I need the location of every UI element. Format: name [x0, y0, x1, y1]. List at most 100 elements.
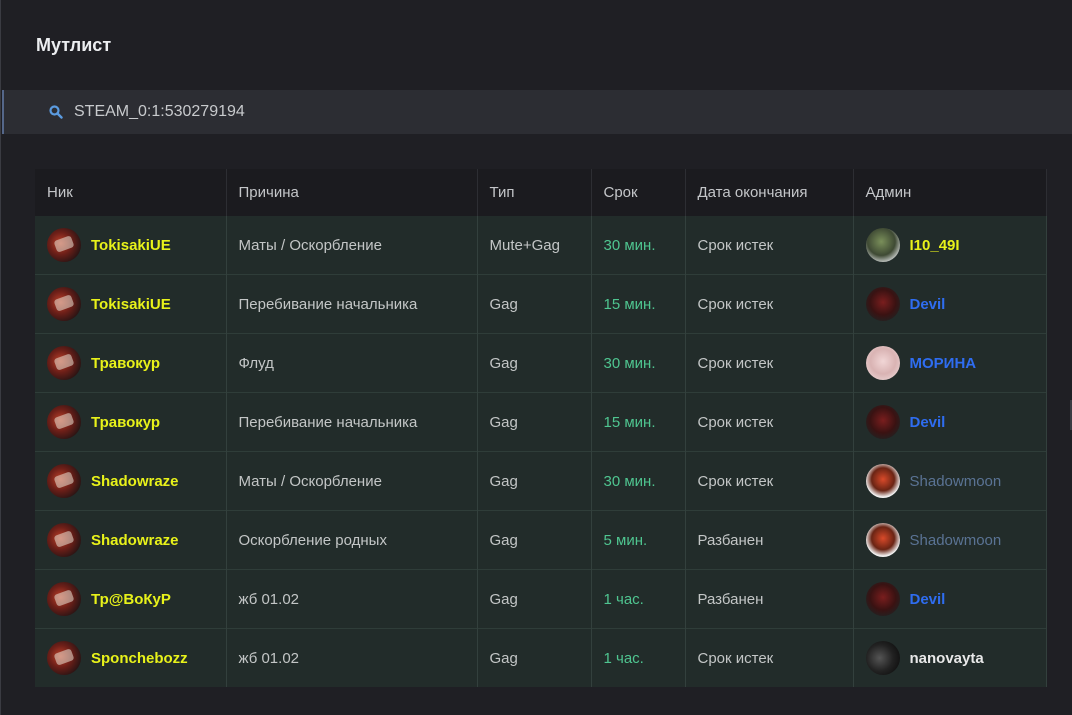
player-avatar[interactable] — [47, 228, 81, 262]
player-avatar[interactable] — [47, 405, 81, 439]
admin-name-link[interactable]: Devil — [910, 591, 946, 608]
term-cell: 5 мин. — [591, 510, 686, 570]
player-nick-link[interactable]: Shadowraze — [91, 473, 179, 490]
admin-avatar[interactable] — [865, 582, 900, 616]
table-row[interactable]: Травокур Перебивание начальника Gag 15 мин.… — [35, 392, 1047, 452]
admin-info[interactable]: Devil — [865, 287, 1046, 321]
admin-info[interactable]: Shadowmoon — [865, 464, 1046, 498]
table-row[interactable]: Sponchebozz жб 01.02 Gag 1 час. Срок истек na… — [35, 628, 1047, 687]
player-nick-link[interactable]: Травокур — [91, 355, 160, 372]
player-info[interactable]: TokisakiUE — [47, 287, 226, 321]
player-nick-link[interactable]: TokisakiUE — [91, 237, 171, 254]
admin-cell: nanovayta — [853, 628, 1047, 687]
table-row[interactable]: TokisakiUE Перебивание начальника Gag 15 ми… — [35, 274, 1047, 334]
player-nick-link[interactable]: TokisakiUE — [91, 296, 171, 313]
admin-name-link[interactable]: Devil — [910, 296, 946, 313]
admin-avatar[interactable] — [865, 641, 900, 675]
type-cell: Gag — [477, 451, 592, 511]
type-cell: Gag — [477, 392, 592, 452]
mutelist-table: Ник Причина Тип Срок Дата окончания Админ Tok… — [35, 169, 1047, 687]
player-info[interactable]: TokisakiUE — [47, 228, 226, 262]
table-row[interactable]: Тр@ВоКуР жб 01.02 Gag 1 час. Разбанен Devil — [35, 569, 1047, 629]
nick-cell: Травокур — [35, 333, 227, 393]
type-cell: Gag — [477, 274, 592, 334]
column-header-end-date[interactable]: Дата окончания — [685, 169, 854, 216]
admin-avatar[interactable] — [865, 287, 900, 321]
table-row[interactable]: Травокур Флуд Gag 30 мин. Срок истек МОРИНА — [35, 333, 1047, 393]
table-row[interactable]: TokisakiUE Маты / Оскорбление Mute+Gag 30 м… — [35, 216, 1047, 275]
term-cell: 30 мин. — [591, 333, 686, 393]
search-input[interactable] — [74, 103, 774, 121]
term-cell: 30 мин. — [591, 216, 686, 275]
player-avatar[interactable] — [47, 582, 81, 616]
table-row[interactable]: Shadowraze Маты / Оскорбление Gag 30 мин. Ср… — [35, 451, 1047, 511]
player-avatar[interactable] — [47, 287, 81, 321]
admin-cell: Devil — [853, 392, 1047, 452]
type-cell: Gag — [477, 628, 592, 687]
term-cell: 1 час. — [591, 628, 686, 687]
page-title: Мутлист — [36, 35, 112, 55]
player-nick-link[interactable]: Тр@ВоКуР — [91, 591, 171, 608]
term-cell: 30 мин. — [591, 451, 686, 511]
admin-avatar[interactable] — [865, 464, 900, 498]
reason-cell: жб 01.02 — [226, 569, 478, 629]
player-avatar[interactable] — [47, 346, 81, 380]
player-info[interactable]: Тр@ВоКуР — [47, 582, 226, 616]
type-cell: Gag — [477, 510, 592, 570]
search-icon — [48, 104, 64, 120]
table-header-row: Ник Причина Тип Срок Дата окончания Админ — [35, 169, 1047, 216]
admin-cell: Shadowmoon — [853, 451, 1047, 511]
end-date-cell: Срок истек — [685, 628, 854, 687]
admin-name-link[interactable]: МОРИНА — [910, 355, 977, 372]
player-nick-link[interactable]: Shadowraze — [91, 532, 179, 549]
player-nick-link[interactable]: Sponchebozz — [91, 650, 188, 667]
column-header-admin[interactable]: Админ — [853, 169, 1047, 216]
admin-cell: Shadowmoon — [853, 510, 1047, 570]
nick-cell: TokisakiUE — [35, 274, 227, 334]
admin-name-link[interactable]: Devil — [910, 414, 946, 431]
admin-info[interactable]: Shadowmoon — [865, 523, 1046, 557]
type-cell: Gag — [477, 333, 592, 393]
column-header-nick[interactable]: Ник — [35, 169, 227, 216]
admin-info[interactable]: I10_49I — [865, 228, 1046, 262]
end-date-cell: Срок истек — [685, 274, 854, 334]
reason-cell: Оскорбление родных — [226, 510, 478, 570]
admin-cell: Devil — [853, 274, 1047, 334]
admin-name-link[interactable]: Shadowmoon — [910, 473, 1002, 490]
column-header-type[interactable]: Тип — [477, 169, 592, 216]
reason-cell: Перебивание начальника — [226, 392, 478, 452]
end-date-cell: Срок истек — [685, 216, 854, 275]
admin-info[interactable]: Devil — [865, 582, 1046, 616]
end-date-cell: Срок истек — [685, 392, 854, 452]
admin-info[interactable]: nanovayta — [865, 641, 1046, 675]
admin-name-link[interactable]: I10_49I — [910, 237, 960, 254]
column-header-term[interactable]: Срок — [591, 169, 686, 216]
admin-info[interactable]: Devil — [865, 405, 1046, 439]
table-header: Ник Причина Тип Срок Дата окончания Админ — [35, 169, 1047, 216]
admin-avatar[interactable] — [865, 228, 900, 262]
player-info[interactable]: Травокур — [47, 346, 226, 380]
player-avatar[interactable] — [47, 464, 81, 498]
admin-info[interactable]: МОРИНА — [865, 346, 1046, 380]
table-row[interactable]: Shadowraze Оскорбление родных Gag 5 мин. Раз… — [35, 510, 1047, 570]
player-info[interactable]: Shadowraze — [47, 523, 226, 557]
reason-cell: Маты / Оскорбление — [226, 451, 478, 511]
nick-cell: Травокур — [35, 392, 227, 452]
player-avatar[interactable] — [47, 523, 81, 557]
admin-avatar[interactable] — [865, 523, 900, 557]
column-header-reason[interactable]: Причина — [226, 169, 478, 216]
search-bar[interactable] — [2, 90, 1072, 134]
admin-avatar[interactable] — [865, 405, 900, 439]
end-date-cell: Срок истек — [685, 451, 854, 511]
admin-name-link[interactable]: Shadowmoon — [910, 532, 1002, 549]
end-date-cell: Разбанен — [685, 510, 854, 570]
admin-avatar[interactable] — [865, 346, 900, 380]
player-info[interactable]: Травокур — [47, 405, 226, 439]
admin-name-link[interactable]: nanovayta — [910, 650, 984, 667]
end-date-cell: Срок истек — [685, 333, 854, 393]
nick-cell: TokisakiUE — [35, 216, 227, 275]
player-nick-link[interactable]: Травокур — [91, 414, 160, 431]
player-info[interactable]: Sponchebozz — [47, 641, 226, 675]
player-avatar[interactable] — [47, 641, 81, 675]
player-info[interactable]: Shadowraze — [47, 464, 226, 498]
